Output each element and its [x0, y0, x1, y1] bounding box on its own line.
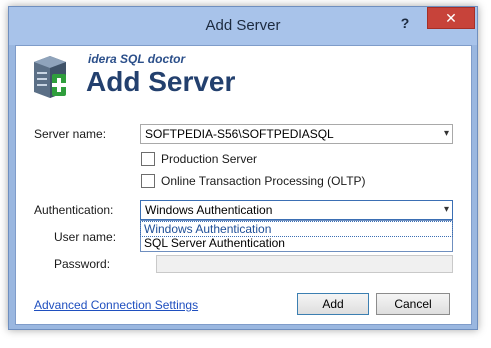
help-button[interactable]: ?: [395, 13, 415, 33]
add-server-dialog: Add Server ? ✕ idera SQL doctor Add Serv…: [8, 6, 478, 330]
production-server-label: Production Server: [161, 152, 258, 166]
authentication-dropdown-list: Windows Authentication SQL Server Authen…: [140, 220, 453, 252]
close-button[interactable]: ✕: [427, 7, 475, 29]
authentication-combo[interactable]: Windows Authentication ▾: [140, 200, 453, 220]
authentication-label: Authentication:: [34, 203, 114, 217]
user-name-label: User name:: [54, 230, 117, 244]
advanced-connection-settings-link[interactable]: Advanced Connection Settings: [34, 298, 198, 312]
chevron-down-icon[interactable]: ▾: [444, 125, 449, 143]
chevron-down-icon[interactable]: ▾: [444, 201, 449, 219]
server-name-label: Server name:: [34, 127, 107, 141]
password-label: Password:: [54, 257, 111, 271]
auth-option-sql[interactable]: SQL Server Authentication: [141, 236, 452, 250]
server-name-value: SOFTPEDIA-S56\SOFTPEDIASQL: [145, 127, 334, 141]
password-field[interactable]: [156, 255, 453, 273]
cancel-button[interactable]: Cancel: [376, 293, 450, 315]
add-button[interactable]: Add: [297, 293, 369, 315]
oltp-label: Online Transaction Processing (OLTP): [161, 174, 366, 188]
dialog-body: idera SQL doctor Add Server Server name:…: [15, 45, 472, 325]
authentication-value: Windows Authentication: [145, 203, 273, 217]
page-title: Add Server: [86, 66, 236, 97]
brand-label: idera SQL doctor: [88, 52, 186, 66]
title-bar[interactable]: Add Server ? ✕: [9, 7, 477, 45]
auth-option-windows[interactable]: Windows Authentication: [140, 221, 453, 237]
production-server-checkbox[interactable]: [141, 152, 155, 166]
server-name-combo[interactable]: SOFTPEDIA-S56\SOFTPEDIASQL ▾: [140, 124, 453, 144]
server-add-icon: [34, 56, 66, 98]
oltp-checkbox[interactable]: [141, 174, 155, 188]
dialog-header: idera SQL doctor Add Server: [16, 46, 471, 108]
